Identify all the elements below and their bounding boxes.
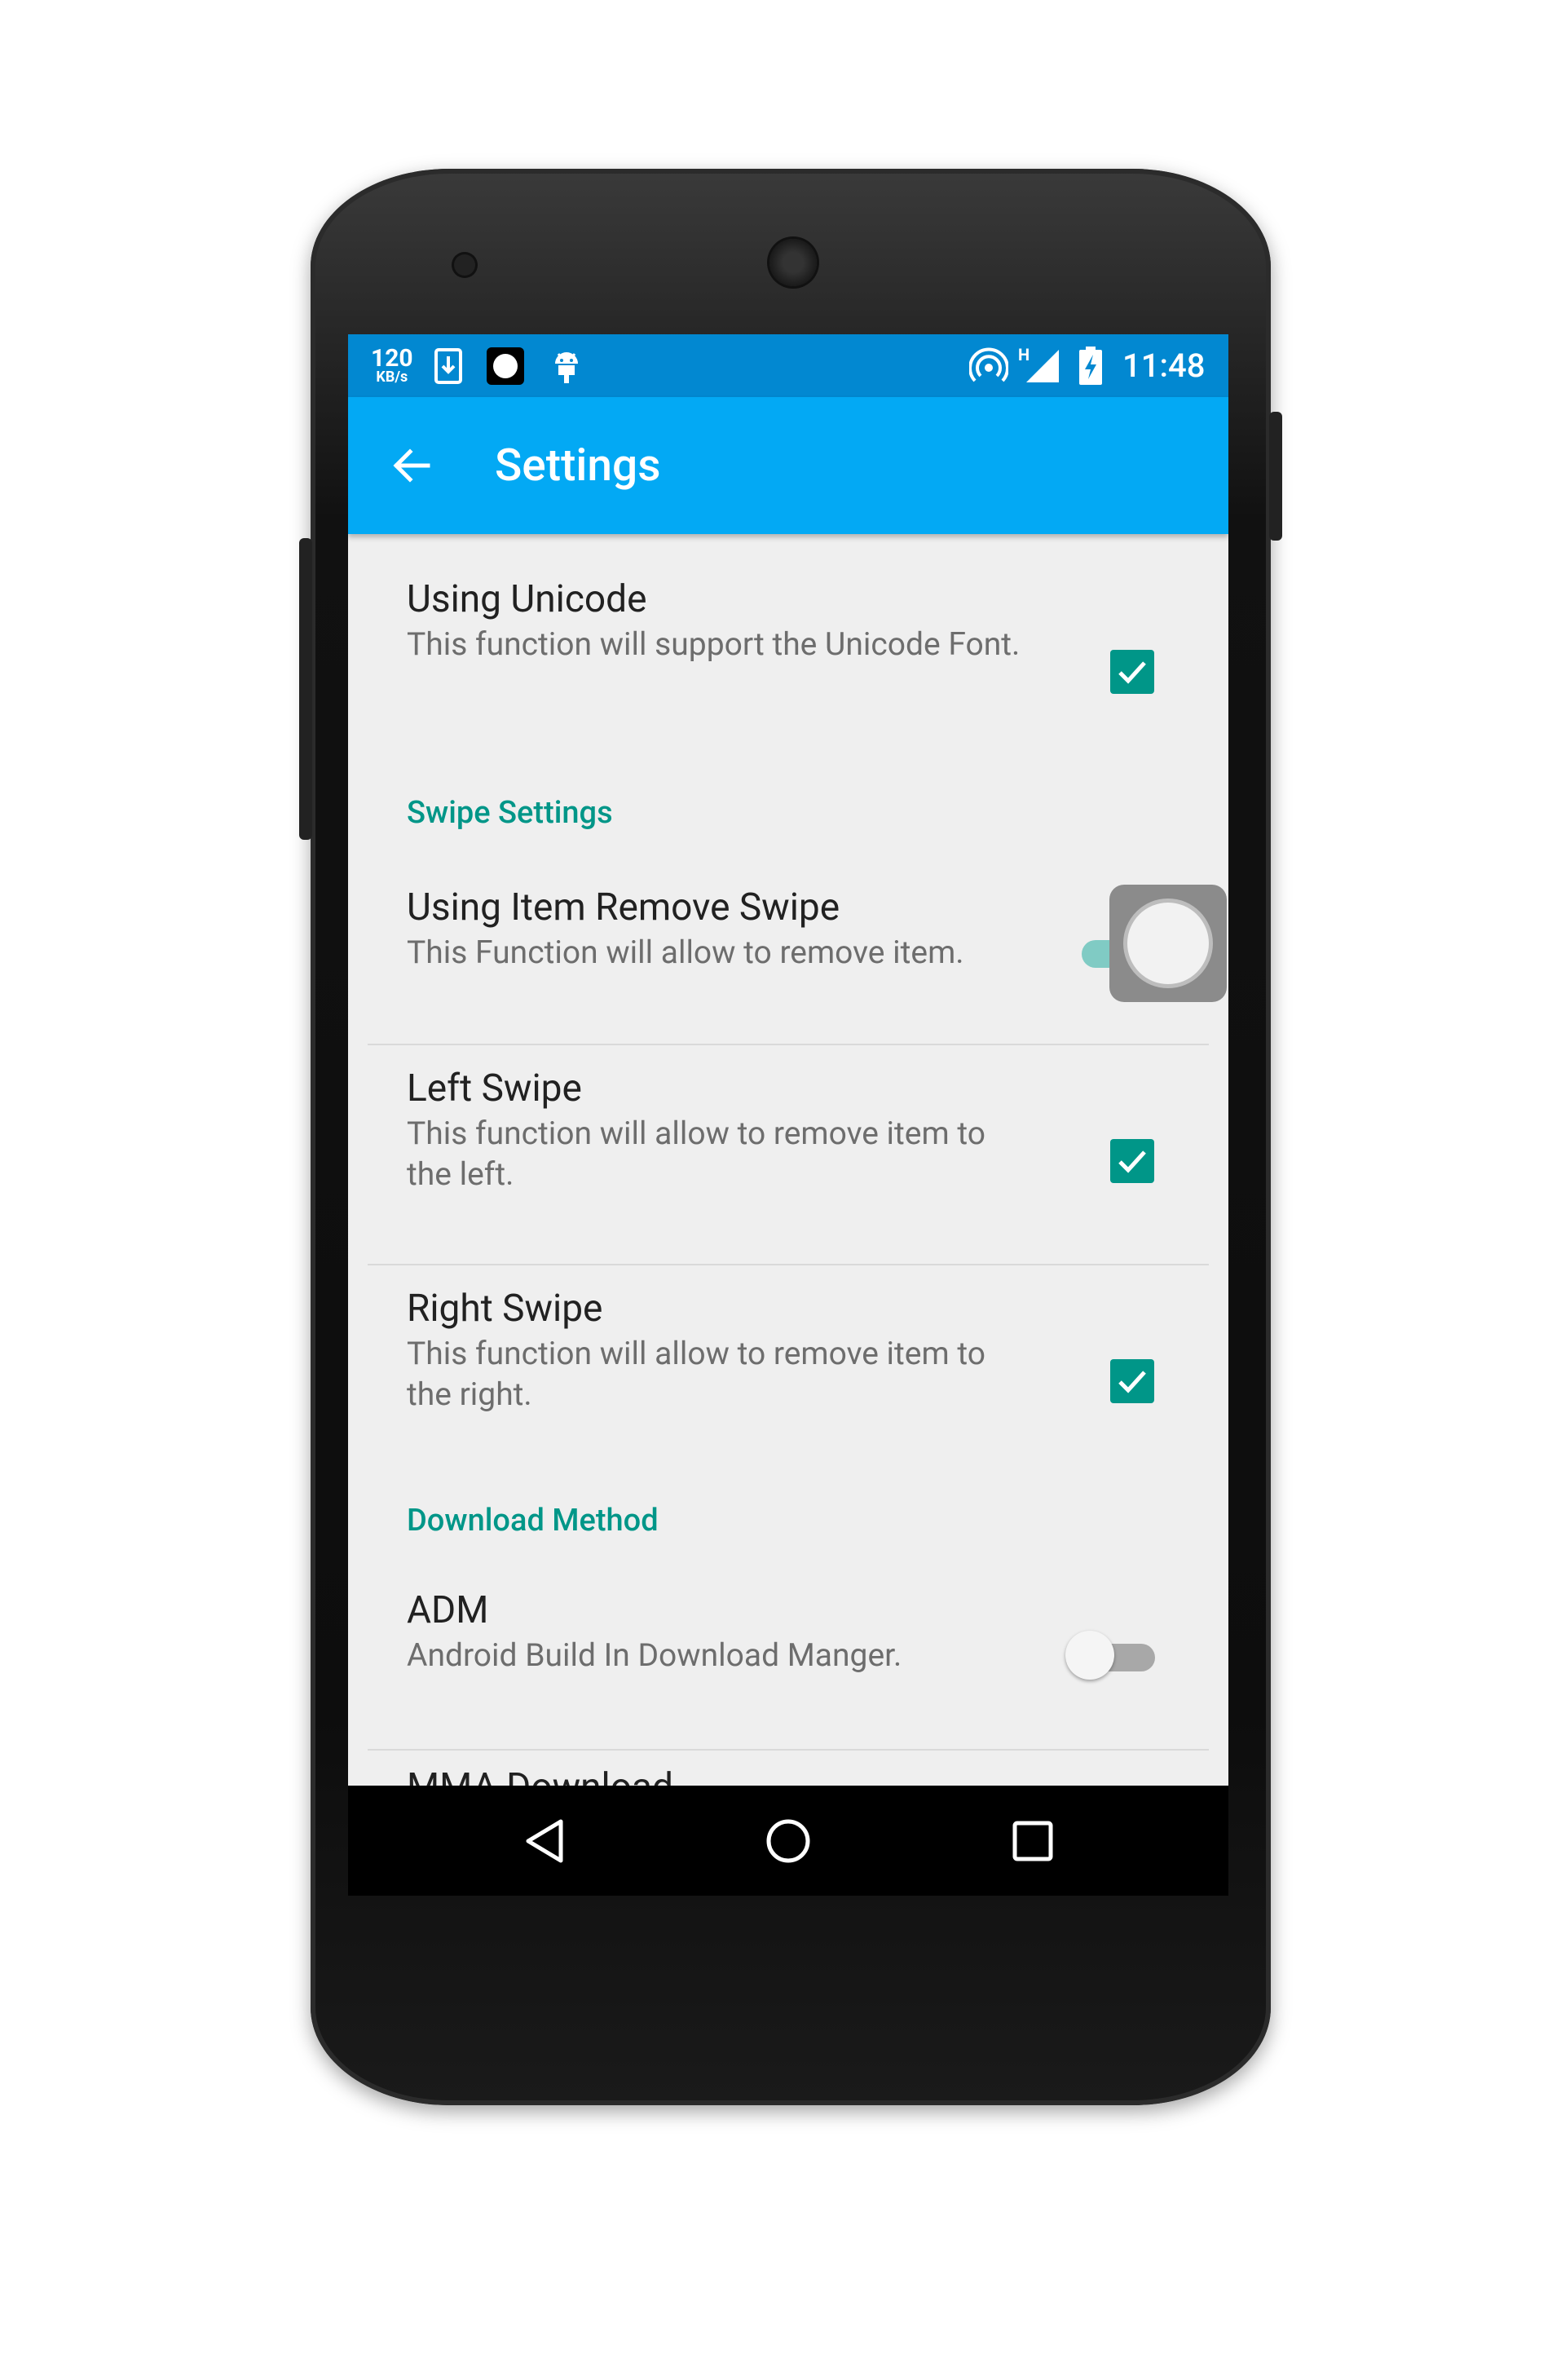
pref-right-swipe[interactable]: Right Swipe This function will allow to … [407, 1284, 1034, 1415]
switch-thumb [1065, 1631, 1114, 1680]
pref-title: ADM [407, 1588, 489, 1632]
pref-summary: Android Build In Download Manger. [407, 1636, 902, 1674]
page-title: Settings [495, 439, 661, 492]
pref-item-remove-swipe[interactable]: Using Item Remove Swipe This Function wi… [407, 883, 1034, 973]
battery-charging-icon [1078, 334, 1103, 397]
pref-summary: This function will allow to remove item … [407, 1335, 985, 1413]
left-swipe-checkbox[interactable] [1110, 1139, 1154, 1183]
nav-bar [348, 1786, 1228, 1896]
category-download-method: Download Method [407, 1503, 659, 1539]
status-bar: 120 KB/s H 11:48 [348, 334, 1228, 397]
divider [368, 1044, 1209, 1045]
record-icon [485, 334, 526, 397]
net-speed: 120 KB/s [371, 334, 413, 397]
pref-title: Right Swipe [407, 1287, 603, 1331]
signal-icon [1025, 334, 1060, 397]
pref-summary: This function will support the Unicode F… [407, 625, 1021, 663]
right-swipe-checkbox[interactable] [1110, 1359, 1154, 1403]
pref-title: Left Swipe [407, 1066, 582, 1111]
assistive-touch-circle [1127, 903, 1209, 984]
settings-list: Using Unicode This function will support… [348, 534, 1228, 1786]
checkmark-icon [1118, 1371, 1146, 1393]
divider [368, 1264, 1209, 1265]
pref-left-swipe[interactable]: Left Swipe This function will allow to r… [407, 1064, 1034, 1194]
download-icon [434, 334, 462, 397]
recents-square-icon[interactable] [1000, 1808, 1065, 1874]
pref-using-unicode[interactable]: Using Unicode This function will support… [407, 575, 1034, 665]
hotspot-icon [969, 334, 1008, 397]
front-camera [454, 254, 475, 276]
screen: 120 KB/s H 11:48 Settings Using Unicode … [348, 334, 1228, 1896]
pref-title: Using Item Remove Swipe [407, 885, 840, 929]
checkmark-icon [1118, 1150, 1146, 1173]
pref-summary: This Function will allow to remove item. [407, 934, 964, 971]
power-button [1269, 412, 1282, 541]
pref-summary: This function will allow to remove item … [407, 1115, 985, 1193]
adm-switch[interactable] [1065, 1629, 1171, 1686]
net-speed-unit: KB/s [376, 368, 408, 386]
home-circle-icon[interactable] [756, 1808, 821, 1874]
category-swipe-settings: Swipe Settings [407, 795, 613, 831]
clock: 11:48 [1122, 347, 1206, 385]
net-speed-value: 120 [371, 343, 413, 373]
back-triangle-icon[interactable] [514, 1808, 579, 1874]
unicode-checkbox[interactable] [1110, 650, 1154, 694]
pref-adm[interactable]: ADM Android Build In Download Manger. [407, 1586, 1034, 1676]
arrow-left-icon[interactable] [387, 441, 436, 490]
pref-title: Using Unicode [407, 577, 647, 621]
divider [368, 1749, 1209, 1751]
assistive-touch-button[interactable] [1109, 885, 1227, 1002]
app-bar: Settings [348, 397, 1228, 534]
volume-button [299, 538, 312, 840]
android-icon [552, 334, 581, 397]
earpiece-speaker [769, 239, 817, 286]
checkmark-icon [1118, 661, 1146, 684]
